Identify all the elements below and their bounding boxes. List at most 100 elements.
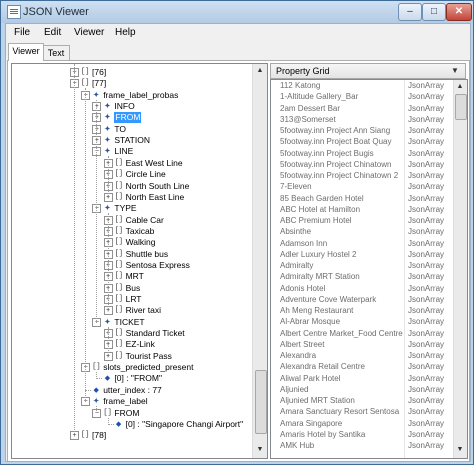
tree-node[interactable]: ◆ [0] : "Singapore Changi Airport": [12, 419, 250, 430]
property-row[interactable]: Aliwal Park Hotel JsonArray: [271, 374, 455, 384]
tree-node[interactable]: + ✦ TO: [12, 124, 250, 135]
tree-scroll-thumb[interactable]: [255, 370, 267, 434]
tree-node[interactable]: +[] River taxi: [12, 305, 250, 316]
tree-guide-line: [107, 326, 109, 357]
property-row[interactable]: Adventure Cove Waterpark JsonArray: [271, 295, 455, 305]
tree-node[interactable]: +[] Standard Ticket: [12, 328, 250, 339]
property-row[interactable]: 5footway.inn Project Boat Quay JsonArray: [271, 137, 455, 147]
tree-node[interactable]: − ✦ frame_label_probas: [12, 90, 250, 101]
property-row[interactable]: 85 Beach Garden Hotel JsonArray: [271, 194, 455, 204]
menu-bar: File Edit Viewer Help: [6, 24, 470, 42]
property-type: JsonArray: [408, 418, 445, 428]
tree-node[interactable]: +[] North South Line: [12, 181, 250, 192]
property-row[interactable]: AMK Hub JsonArray: [271, 441, 455, 451]
property-row[interactable]: 5footway.inn Project Ann Siang JsonArray: [271, 126, 455, 136]
tree-node[interactable]: − ✦ TICKET: [12, 317, 250, 328]
tree-node[interactable]: +[] Sentosa Express: [12, 260, 250, 271]
tree-node[interactable]: +[] Taxicab: [12, 226, 250, 237]
maximize-button[interactable]: □: [422, 3, 446, 21]
dropdown-arrow-icon[interactable]: ▼: [451, 66, 459, 75]
property-row[interactable]: 2am Dessert Bar JsonArray: [271, 104, 455, 114]
property-row[interactable]: Amara Sanctuary Resort Sentosa JsonArray: [271, 407, 455, 417]
property-row[interactable]: Absinthe JsonArray: [271, 227, 455, 237]
property-row[interactable]: Adamson Inn JsonArray: [271, 239, 455, 249]
tree-node[interactable]: − ✦ TYPE: [12, 203, 250, 214]
tree-node[interactable]: +[] Walking: [12, 237, 250, 248]
property-row[interactable]: 313@Somerset JsonArray: [271, 115, 455, 125]
property-name: Amara Singapore: [280, 418, 343, 428]
property-row[interactable]: Aljunied MRT Station JsonArray: [271, 396, 455, 406]
tree-node[interactable]: ◆ utter_index : 77: [12, 385, 250, 396]
menu-edit[interactable]: Edit: [44, 27, 61, 38]
property-row[interactable]: Albert Centre Market_Food Centre JsonArra…: [271, 329, 455, 339]
tree-node[interactable]: + ✦ STATION: [12, 135, 250, 146]
grid-scroll-thumb[interactable]: [455, 94, 467, 120]
tree-node[interactable]: +[] Bus: [12, 283, 250, 294]
menu-viewer[interactable]: Viewer: [74, 27, 104, 38]
tree-node[interactable]: +[] EZ-Link: [12, 339, 250, 350]
property-row[interactable]: Al-Abrar Mosque JsonArray: [271, 317, 455, 327]
tree-node[interactable]: + ✦ INFO: [12, 101, 250, 112]
tree-node-label: North South Line: [125, 180, 190, 191]
property-grid[interactable]: 112 Katong JsonArray 1-Altitude Gallery_Ba…: [270, 79, 468, 459]
property-name: 5footway.inn Project Chinatown: [280, 159, 392, 169]
tree-node[interactable]: +[] [76]: [12, 67, 250, 78]
tree-node[interactable]: +[] Cable Car: [12, 215, 250, 226]
property-row[interactable]: Aljunied JsonArray: [271, 385, 455, 395]
tree-node-label: TICKET: [114, 316, 145, 327]
property-row[interactable]: 112 Katong JsonArray: [271, 81, 455, 91]
menu-file[interactable]: File: [14, 27, 30, 38]
property-row[interactable]: 5footway.inn Project Bugis JsonArray: [271, 149, 455, 159]
grid-vertical-scrollbar[interactable]: ▲ ▼: [453, 80, 467, 458]
tree-node[interactable]: +[] East West Line: [12, 158, 250, 169]
scroll-up-icon[interactable]: ▲: [454, 81, 466, 93]
property-row[interactable]: 5footway.inn Project Chinatown 2 JsonArra…: [271, 171, 455, 181]
property-row[interactable]: Alexandra Retail Centre JsonArray: [271, 362, 455, 372]
tree-node-label: MRT: [125, 271, 144, 282]
tree-node[interactable]: +[] Tourist Pass: [12, 351, 250, 362]
property-row[interactable]: 1-Altitude Gallery_Bar JsonArray: [271, 92, 455, 102]
tree-node[interactable]: − ✦ LINE: [12, 146, 250, 157]
property-type: JsonArray: [408, 441, 445, 450]
scroll-down-icon[interactable]: ▼: [254, 444, 266, 456]
property-row[interactable]: Alexandra JsonArray: [271, 351, 455, 361]
property-row[interactable]: Adonis Hotel JsonArray: [271, 284, 455, 294]
property-row[interactable]: Albert Street JsonArray: [271, 340, 455, 350]
property-row[interactable]: Amara Singapore JsonArray: [271, 419, 455, 429]
tab-text[interactable]: Text: [42, 45, 70, 61]
tree-node[interactable]: +[] MRT: [12, 271, 250, 282]
tree-vertical-scrollbar[interactable]: ▲ ▼: [252, 64, 267, 458]
minimize-button[interactable]: –: [398, 3, 422, 21]
property-row[interactable]: 5footway.inn Project Chinatown JsonArray: [271, 160, 455, 170]
property-row[interactable]: 7-Eleven JsonArray: [271, 182, 455, 192]
property-row[interactable]: Adler Luxury Hostel 2 JsonArray: [271, 250, 455, 260]
tree-node[interactable]: +[] [78]: [12, 430, 250, 441]
property-row[interactable]: Admiralty MRT Station JsonArray: [271, 272, 455, 282]
menu-help[interactable]: Help: [115, 27, 136, 38]
tree-node[interactable]: +[] Circle Line: [12, 169, 250, 180]
property-row[interactable]: ABC Premium Hotel JsonArray: [271, 216, 455, 226]
property-grid-selector[interactable]: Property Grid ▼: [270, 63, 466, 79]
scroll-up-icon[interactable]: ▲: [254, 65, 266, 77]
array-node-icon: []: [114, 351, 123, 360]
close-button[interactable]: ✕: [446, 3, 472, 21]
property-row[interactable]: ABC Hotel at Hamilton JsonArray: [271, 205, 455, 215]
property-row[interactable]: Admiralty JsonArray: [271, 261, 455, 271]
title-bar[interactable]: JSON Viewer – □ ✕: [1, 1, 473, 23]
tree-node[interactable]: +[] Shuttle bus: [12, 249, 250, 260]
tree-node[interactable]: ◆ [0] : "FROM": [12, 373, 250, 384]
json-tree-view[interactable]: +[] [76] −[] [77] − ✦ frame_label_probas + ✦ INFO…: [11, 63, 268, 459]
tree-node[interactable]: −[] slots_predicted_present: [12, 362, 250, 373]
tree-node[interactable]: −[] FROM: [12, 408, 250, 419]
tree-node[interactable]: − ✦ frame_label: [12, 396, 250, 407]
property-name: Absinthe: [280, 227, 312, 237]
tree-node[interactable]: + ✦ FROM: [12, 112, 250, 124]
property-row[interactable]: Amaris Hotel by Santika JsonArray: [271, 430, 455, 440]
tab-viewer[interactable]: Viewer: [8, 43, 44, 61]
tree-node[interactable]: +[] North East Line: [12, 192, 250, 203]
tree-node[interactable]: +[] LRT: [12, 294, 250, 305]
scroll-down-icon[interactable]: ▼: [454, 444, 466, 456]
property-row[interactable]: Ah Meng Restaurant JsonArray: [271, 306, 455, 316]
tree-node[interactable]: −[] [77]: [12, 78, 250, 89]
value-node-icon: ◆: [104, 375, 111, 383]
